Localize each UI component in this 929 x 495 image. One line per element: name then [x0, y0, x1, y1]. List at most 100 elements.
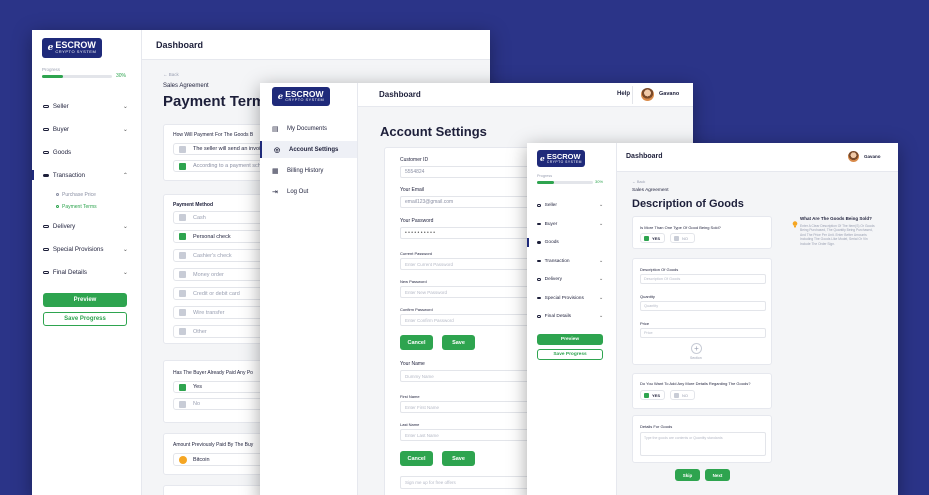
sidebar-item-final-details[interactable]: Final Details ⌄: [43, 269, 128, 276]
sidebar-item-transaction[interactable]: Transaction ⌃: [32, 170, 128, 181]
account-nav-account-settings[interactable]: ◎ Account Settings: [260, 141, 357, 158]
details-label: Details For Goods: [640, 424, 673, 429]
brand-tagline: CRYPTO SYSTEM: [55, 49, 97, 55]
bitcoin-icon: [179, 455, 187, 464]
sidebar-item-special-provisions[interactable]: Special Provisions ⌄: [43, 246, 128, 253]
account-nav-log-out[interactable]: ⇥ Log Out: [260, 183, 357, 200]
option-checkbox: [179, 233, 186, 240]
top-bar: Dashboard Help Gavano: [358, 83, 693, 107]
option-label: The seller will send an invoice: [193, 146, 267, 152]
option-checkbox: [179, 271, 186, 278]
preview-button[interactable]: Preview: [43, 293, 127, 307]
option-checkbox: [644, 392, 649, 398]
tag-icon: [537, 259, 542, 263]
sidebar-item-final-details[interactable]: Final Details ⌄: [537, 314, 603, 319]
option-checkbox: [179, 328, 186, 335]
details-textarea[interactable]: Type the goods are contents or Quantity …: [640, 432, 766, 456]
option-checkbox: [179, 145, 186, 153]
option-label: According to a payment sche: [193, 163, 264, 169]
quantity-input[interactable]: Quantity: [640, 301, 766, 311]
sidebar-item-seller[interactable]: Seller ⌄: [537, 203, 603, 208]
chevron-icon: ⌄: [122, 103, 128, 110]
sidebar-item-label: Final Details: [52, 269, 87, 276]
sidebar-item-special-provisions[interactable]: Special Provisions ⌄: [537, 296, 603, 301]
price-input[interactable]: Price: [640, 328, 766, 338]
avatar[interactable]: [641, 88, 654, 101]
no-option[interactable]: NO: [670, 390, 695, 400]
quantity-label: Quantity: [640, 294, 655, 299]
brand-logo[interactable]: e ESCROW CRYPTO SYSTEM: [272, 87, 330, 106]
chevron-icon: ⌄: [598, 314, 603, 319]
sidebar-item-goods[interactable]: Goods: [43, 149, 128, 156]
sidebar-item-label: Goods: [544, 240, 559, 245]
document-icon: ▤: [272, 125, 279, 133]
progress-label: Progress: [537, 174, 553, 178]
add-section-icon[interactable]: +: [691, 343, 702, 354]
sidebar-item-left: Seller: [43, 103, 69, 110]
billing-icon: ▦: [272, 167, 279, 175]
save-button-2[interactable]: Save: [442, 451, 475, 466]
page-title: Dashboard: [626, 153, 663, 160]
sidebar-item-left: Special Provisions: [43, 246, 103, 253]
account-nav-my-documents[interactable]: ▤ My Documents: [260, 120, 357, 137]
option-checkbox: [179, 400, 186, 408]
tag-icon: [537, 278, 542, 281]
sidebar: e ESCROW CRYPTO SYSTEM Progress 30% Selle…: [32, 30, 142, 495]
sidebar-item-delivery[interactable]: Delivery ⌄: [537, 277, 603, 282]
password-label: Your Password: [400, 218, 434, 224]
breadcrumb: Sales Agreement: [632, 188, 669, 193]
preview-button[interactable]: Preview: [537, 334, 603, 345]
sidebar-item-seller[interactable]: Seller ⌄: [43, 103, 128, 110]
progress-value: 30%: [595, 179, 604, 184]
sidebar-item-label: Special Provisions: [52, 246, 104, 253]
account-nav-label: Log Out: [287, 188, 309, 195]
yes-option[interactable]: YES: [640, 233, 665, 243]
progress-label: Progress: [42, 67, 61, 72]
chevron-icon: ⌄: [122, 246, 128, 253]
subnav-label: Purchase Price: [62, 192, 96, 198]
sidebar-item-transaction[interactable]: Transaction ⌄: [537, 259, 603, 264]
question-label: How Will Payment For The Goods B: [173, 132, 254, 138]
sidebar-item-label: Transaction: [544, 258, 570, 264]
back-link[interactable]: ← Back: [163, 72, 179, 77]
page-title: Dashboard: [379, 90, 421, 99]
back-link[interactable]: ← Back: [632, 180, 645, 184]
option-label: Wire transfer: [193, 309, 225, 316]
tag-icon: [537, 204, 542, 207]
no-option[interactable]: NO: [670, 233, 695, 243]
save-progress-button[interactable]: Save Progress: [43, 312, 127, 326]
subnav-item-purchase-price[interactable]: Purchase Price: [56, 192, 96, 198]
sidebar-item-buyer[interactable]: Buyer ⌄: [43, 126, 128, 133]
option-checkbox: [674, 392, 679, 398]
tag-icon: [43, 270, 49, 275]
avatar[interactable]: [848, 151, 859, 162]
skip-button[interactable]: Skip: [675, 469, 700, 481]
next-button[interactable]: Next: [705, 469, 730, 481]
brand-logo[interactable]: e ESCROW CRYPTO SYSTEM: [42, 38, 102, 58]
save-progress-button[interactable]: Save Progress: [537, 349, 603, 360]
sidebar: e ESCROW CRYPTO SYSTEM Progress 30% Selle…: [527, 143, 617, 495]
sidebar-item-label: Buyer: [544, 221, 558, 227]
tag-icon: [537, 315, 542, 318]
cancel-button-2[interactable]: Cancel: [400, 451, 433, 466]
sidebar-item-buyer[interactable]: Buyer ⌄: [537, 222, 603, 227]
description-input[interactable]: Description Of Goods: [640, 274, 766, 284]
payment-method-label: Payment Method: [173, 202, 214, 208]
goods-details-card: Description Of Goods Description Of Good…: [632, 258, 772, 365]
subnav-item-payment-terms[interactable]: Payment Terms: [56, 204, 97, 210]
brand-logo[interactable]: e ESCROW CRYPTO SYSTEM: [537, 150, 585, 167]
option-checkbox: [179, 252, 186, 259]
cancel-button[interactable]: Cancel: [400, 335, 433, 350]
top-bar: Dashboard Gavano: [142, 30, 490, 60]
question-label: Is More Than One Type Of Good Being Sold…: [640, 225, 721, 230]
sidebar-item-delivery[interactable]: Delivery ⌄: [43, 223, 128, 230]
new-password-label: New Password: [400, 279, 427, 284]
tag-icon: [537, 296, 542, 300]
yes-option[interactable]: YES: [640, 390, 665, 400]
sidebar-item-goods[interactable]: Goods: [527, 238, 603, 247]
progress-value: 30%: [116, 73, 127, 79]
user-name: Gavano: [659, 91, 680, 97]
account-nav-billing-history[interactable]: ▦ Billing History: [260, 162, 357, 179]
save-button[interactable]: Save: [442, 335, 475, 350]
help-link[interactable]: Help: [617, 91, 630, 97]
